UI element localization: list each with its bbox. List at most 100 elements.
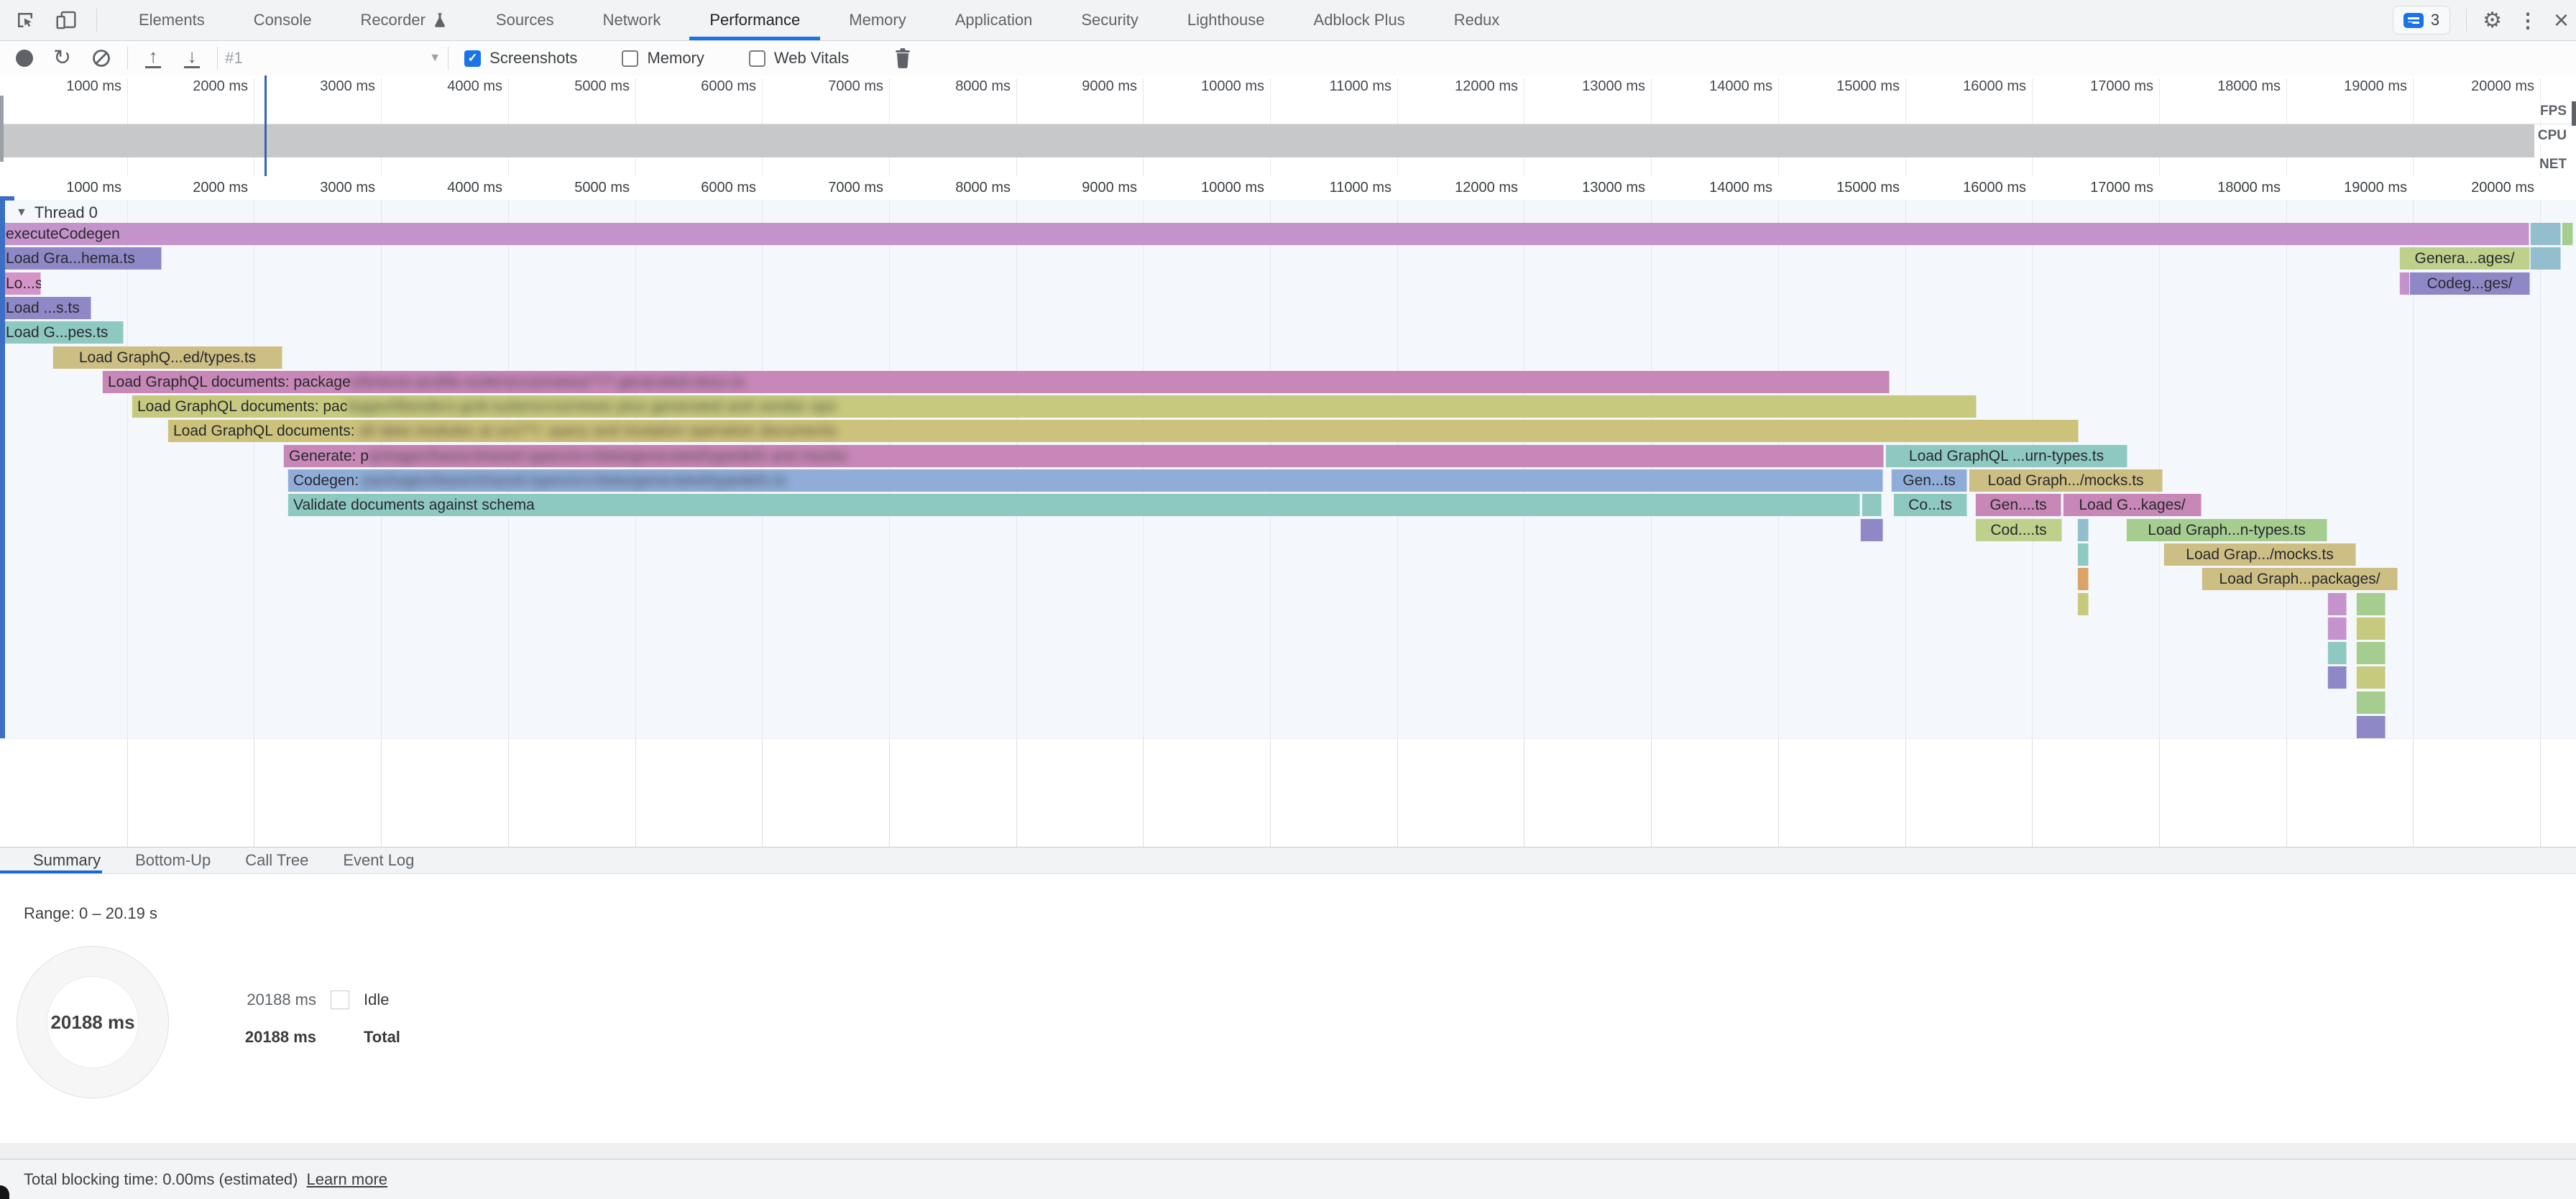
overview-scrollbar-right[interactable] (2572, 101, 2576, 126)
flame-bar[interactable] (2356, 692, 2386, 714)
checkbox-label: Memory (647, 49, 704, 68)
checkbox-unchecked-icon[interactable] (749, 50, 765, 67)
flame-bar-cod-ts[interactable]: Cod....ts (1975, 519, 2062, 541)
flame-bar[interactable] (2356, 716, 2386, 738)
close-devtools-icon[interactable]: × (2554, 10, 2569, 31)
flame-bar[interactable] (2327, 666, 2347, 689)
tab-adblock-plus[interactable]: Adblock Plus (1289, 0, 1430, 40)
tab-elements[interactable]: Elements (114, 0, 229, 40)
tab-label: Elements (139, 11, 205, 29)
trash-icon[interactable] (893, 47, 912, 69)
tabbar-divider (96, 9, 97, 32)
flame-bar-codegen[interactable]: Codegen: packages/basis/shared-types/src… (288, 469, 1883, 492)
tab-label: Console (254, 11, 312, 29)
flame-bar-generate-p[interactable]: Generate: packages/basis/shared-types/sr… (283, 445, 1884, 467)
overview-scrollbar-left[interactable] (0, 96, 4, 162)
reload-and-record-icon[interactable]: ↻ (53, 47, 71, 69)
flame-bar-genera-ages[interactable]: Genera...ages/ (2399, 247, 2530, 270)
flame-bar-load-graphql-urn-types-ts[interactable]: Load GraphQL ...urn-types.ts (1885, 445, 2128, 467)
checkbox-memory[interactable]: Memory (622, 49, 704, 68)
flame-bar[interactable] (1860, 519, 1883, 541)
flame-bar-load-graphq-ed-types-ts[interactable]: Load GraphQ...ed/types.ts (52, 346, 282, 369)
below-gridline (762, 739, 763, 847)
settings-gear-icon[interactable]: ⚙ (2483, 8, 2502, 33)
device-toolbar-icon[interactable] (55, 9, 78, 31)
flame-chart[interactable]: 1000 ms2000 ms3000 ms4000 ms5000 ms6000 … (0, 176, 2576, 738)
flame-bar-load-graph-packages[interactable]: Load Graph...packages/ (2202, 568, 2398, 590)
record-button[interactable] (16, 50, 33, 67)
history-select[interactable]: #1 ▼ (218, 49, 448, 68)
save-profile-icon[interactable]: ↓ (183, 48, 201, 68)
flame-bar[interactable] (2356, 642, 2386, 664)
flame-bar-load-g-kages[interactable]: Load G...kages/ (2063, 494, 2202, 516)
checkbox-checked-icon[interactable]: ✓ (464, 50, 481, 67)
tab-security[interactable]: Security (1057, 0, 1162, 40)
flame-bar[interactable] (2356, 666, 2386, 689)
tab-label: Lighthouse (1187, 11, 1265, 29)
flame-bar[interactable] (2327, 593, 2347, 615)
tab-application[interactable]: Application (931, 0, 1057, 40)
flame-bar-gen-ts[interactable]: Gen....ts (1975, 494, 2061, 516)
flame-bar-load-graph-n-types-ts[interactable]: Load Graph...n-types.ts (2126, 519, 2327, 541)
tab-redux[interactable]: Redux (1430, 0, 1524, 40)
flame-bar[interactable] (2327, 642, 2347, 664)
details-tab-bottom-up[interactable]: Bottom-Up (134, 851, 212, 870)
learn-more-link[interactable]: Learn more (307, 1170, 388, 1189)
tab-console[interactable]: Console (229, 0, 336, 40)
flame-bar[interactable] (2356, 617, 2386, 640)
flame-bar-load-gra-hema-ts[interactable]: Load Gra...hema.ts (0, 247, 162, 270)
flame-bar[interactable] (1862, 494, 1882, 516)
flame-bar-load-s-ts[interactable]: Load ...s.ts (0, 297, 91, 319)
summary-scroll-gutter (0, 1143, 2576, 1159)
thread-header[interactable]: ▼ Thread 0 (16, 203, 98, 222)
idle-swatch (331, 991, 349, 1009)
checkbox-screenshots[interactable]: ✓Screenshots (464, 49, 577, 68)
track-selection-bracket (0, 200, 5, 738)
flame-bar[interactable] (2530, 223, 2561, 245)
clear-recording-icon[interactable] (91, 48, 111, 68)
tab-sources[interactable]: Sources (472, 0, 579, 40)
tab-performance[interactable]: Performance (685, 0, 824, 40)
flame-bar-validate-documents-against-schema[interactable]: Validate documents against schema (288, 494, 1860, 516)
flame-bar[interactable] (2356, 593, 2386, 615)
summary-panel: Range: 0 – 20.19 s 20188 ms 20188 ms Idl… (0, 874, 2576, 1143)
flame-bar-executecodegen[interactable]: executeCodegen (0, 223, 2529, 245)
flame-bar[interactable] (2530, 247, 2561, 270)
load-profile-icon[interactable]: ↑ (144, 48, 162, 68)
flame-bar[interactable] (2077, 593, 2089, 615)
flame-bar[interactable] (2077, 568, 2089, 590)
tab-label: Redux (1454, 11, 1500, 29)
flame-bar-codeg-ges[interactable]: Codeg...ges/ (2409, 272, 2530, 295)
total-label: Total (364, 1028, 400, 1047)
flame-bar-load-graphql-documents-package[interactable]: Load GraphQL documents: packages/breeze-… (102, 371, 1890, 393)
flame-bar-load-graphql-documents[interactable]: Load GraphQL documents: all data modules… (167, 420, 2079, 442)
flame-bar-load-graphql-documents-pac[interactable]: Load GraphQL documents: packages/liborde… (132, 395, 1977, 418)
flame-bar-label: Load Graph...n-types.ts (2148, 522, 2305, 538)
flame-bar[interactable] (2077, 543, 2089, 566)
checkbox-web-vitals[interactable]: Web Vitals (749, 49, 849, 68)
flame-bar-load-grap-mocks-ts[interactable]: Load Grap.../mocks.ts (2163, 543, 2356, 566)
flame-bar-load-g-pes-ts[interactable]: Load G...pes.ts (0, 321, 124, 344)
flame-bar-co-ts[interactable]: Co...ts (1893, 494, 1967, 516)
flame-empty-area (0, 738, 2576, 847)
more-options-icon[interactable]: ⋮ (2518, 9, 2538, 32)
track-selection-bracket-top (0, 196, 14, 201)
tab-memory[interactable]: Memory (824, 0, 930, 40)
flame-bar-load-graph-mocks-ts[interactable]: Load Graph.../mocks.ts (1969, 469, 2163, 492)
timeline-overview[interactable]: 1000 ms2000 ms3000 ms4000 ms5000 ms6000 … (0, 75, 2576, 177)
inspect-element-icon[interactable] (14, 9, 36, 31)
flame-bar-gen-ts[interactable]: Gen...ts (1891, 469, 1967, 492)
flame-bar[interactable] (2562, 223, 2573, 245)
flame-bar-label: Gen...ts (1903, 472, 1956, 489)
tab-recorder[interactable]: Recorder (336, 0, 471, 40)
console-messages-button[interactable]: 3 (2393, 6, 2450, 35)
details-tab-call-tree[interactable]: Call Tree (244, 851, 310, 870)
flame-bar-lo-s[interactable]: Lo...s (0, 272, 41, 295)
flame-bar[interactable] (2077, 519, 2089, 541)
details-tab-event-log[interactable]: Event Log (341, 851, 415, 870)
tab-network[interactable]: Network (579, 0, 686, 40)
tab-lighthouse[interactable]: Lighthouse (1163, 0, 1289, 40)
flame-bar[interactable] (2327, 617, 2347, 640)
checkbox-unchecked-icon[interactable] (622, 50, 638, 67)
details-tab-summary[interactable]: Summary (32, 851, 102, 870)
